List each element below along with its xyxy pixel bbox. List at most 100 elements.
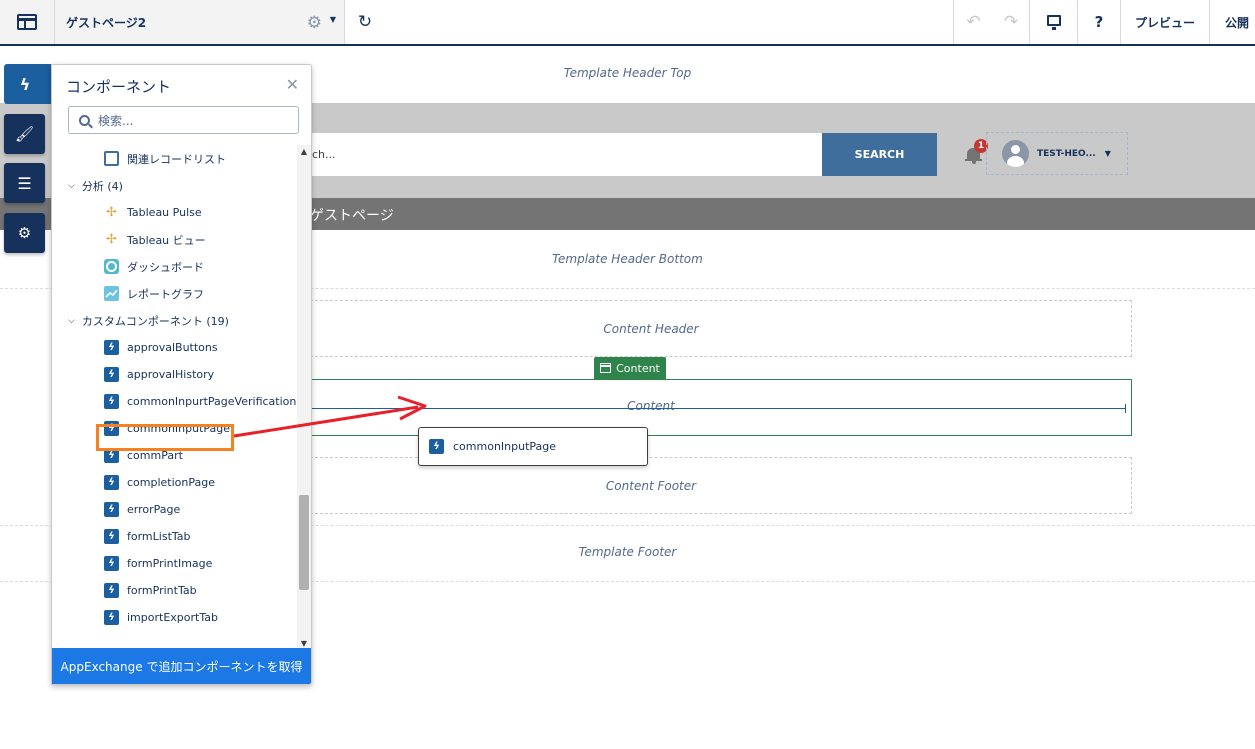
- component-label: approvalHistory: [127, 368, 215, 381]
- component-item[interactable]: 関連レコードリスト: [52, 145, 297, 172]
- component-label: importExportTab: [127, 611, 218, 624]
- help-button[interactable]: ?: [1078, 0, 1121, 44]
- lightning-icon: ϟ: [104, 475, 119, 490]
- component-label: ダッシュボード: [127, 260, 204, 274]
- component-label: Tableau ビュー: [127, 233, 206, 247]
- builder-toolbar: ゲストページ2 ⚙ ▼ ↻ ↶ ↷ ? プレビュー 公開: [0, 0, 1255, 46]
- close-icon[interactable]: ✕: [286, 75, 299, 94]
- component-item[interactable]: ϟ approvalHistory: [52, 361, 297, 388]
- undo-button[interactable]: ↶: [953, 0, 993, 44]
- component-label: formPrintImage: [127, 557, 213, 570]
- report-chart-icon: [104, 286, 119, 301]
- scrollbar[interactable]: ▲ ▼: [297, 145, 311, 650]
- drop-indicator: [306, 404, 1126, 413]
- component-label: completionPage: [127, 476, 215, 489]
- refresh-button[interactable]: ↻: [345, 0, 385, 44]
- lightning-icon: ϟ: [19, 74, 31, 94]
- related-list-icon: [104, 151, 119, 166]
- chevron-down-icon: ⌵: [68, 315, 75, 326]
- content-header-region[interactable]: Content Header: [170, 300, 1132, 357]
- notification-bell-icon[interactable]: 1: [965, 139, 988, 164]
- user-profile-menu[interactable]: TEST-HEO... ▼: [986, 132, 1128, 175]
- lightning-icon: ϟ: [104, 367, 119, 382]
- content-footer-region[interactable]: Content Footer: [170, 457, 1132, 514]
- lightning-icon: ϟ: [104, 583, 119, 598]
- content-tag-label: Content: [616, 361, 660, 375]
- appexchange-link[interactable]: AppExchange で追加コンポーネントを取得: [52, 648, 311, 684]
- tableau-icon: ✢: [104, 205, 119, 220]
- component-item[interactable]: ϟ errorPage: [52, 496, 297, 523]
- component-label: commonInpurtPageVerification: [127, 395, 297, 408]
- scroll-down-icon[interactable]: ▼: [297, 639, 311, 648]
- user-name: TEST-HEO...: [1037, 148, 1096, 159]
- category-label: 分析 (4): [81, 179, 123, 193]
- component-item[interactable]: ϟ formPrintImage: [52, 550, 297, 577]
- lightning-icon: ϟ: [429, 439, 444, 454]
- lightning-icon: ϟ: [104, 502, 119, 517]
- structure-tab-button[interactable]: ☰: [4, 163, 45, 203]
- device-view-button[interactable]: [1030, 0, 1078, 44]
- redo-icon: ↷: [1003, 12, 1019, 32]
- refresh-icon: ↻: [357, 12, 373, 32]
- content-region[interactable]: Content: [170, 379, 1132, 436]
- component-list: 関連レコードリスト ⌵ 分析 (4) ✢ Tableau Pulse ✢ Tableau ビ…: [52, 145, 297, 650]
- component-label: formPrintTab: [127, 584, 197, 597]
- page-selector[interactable]: ゲストページ2 ⚙ ▼: [55, 0, 345, 44]
- chevron-down-icon: ▼: [1104, 149, 1111, 158]
- app-menu-button[interactable]: [0, 0, 55, 44]
- component-item[interactable]: ϟ completionPage: [52, 469, 297, 496]
- redo-button[interactable]: ↷: [993, 0, 1030, 44]
- theme-tab-button[interactable]: 🖌: [4, 114, 45, 154]
- component-item[interactable]: ダッシュボード: [52, 253, 297, 280]
- component-item[interactable]: ϟ formListTab: [52, 523, 297, 550]
- site-search-button[interactable]: SEARCH: [822, 133, 937, 176]
- tableau-icon: ✢: [104, 232, 119, 247]
- component-label: Tableau Pulse: [127, 206, 202, 219]
- gear-icon: ⚙: [17, 224, 32, 242]
- page-name: ゲストページ2: [66, 15, 147, 30]
- component-item[interactable]: ✢ Tableau ビュー: [52, 226, 297, 253]
- lightning-icon: ϟ: [104, 394, 119, 409]
- preview-button[interactable]: プレビュー: [1121, 0, 1210, 44]
- component-item[interactable]: レポートグラフ: [52, 280, 297, 307]
- desktop-icon: [1046, 14, 1061, 30]
- layout-icon: [17, 14, 37, 30]
- component-item[interactable]: ϟ commonInpurtPageVerification: [52, 388, 297, 415]
- component-item[interactable]: ✢ Tableau Pulse: [52, 199, 297, 226]
- search-placeholder: 検索...: [98, 113, 134, 128]
- content-region-tag[interactable]: Content: [594, 357, 666, 379]
- component-label: レポートグラフ: [127, 287, 204, 301]
- component-item[interactable]: ϟ importExportTab: [52, 604, 297, 631]
- dragged-component[interactable]: ϟ commonInputPage: [418, 427, 648, 466]
- scroll-up-icon[interactable]: ▲: [297, 147, 311, 156]
- panel-title: コンポーネント: [66, 78, 172, 96]
- category-label: カスタムコンポーネント (19): [81, 314, 229, 328]
- component-item[interactable]: ϟ approvalButtons: [52, 334, 297, 361]
- gear-icon[interactable]: ⚙: [307, 13, 322, 33]
- lightning-icon: ϟ: [104, 556, 119, 571]
- settings-tab-button[interactable]: ⚙: [4, 213, 45, 253]
- chevron-down-icon: ⌵: [68, 180, 75, 191]
- dashboard-icon: [104, 259, 119, 274]
- lightning-icon: ϟ: [104, 610, 119, 625]
- publish-button[interactable]: 公開: [1210, 0, 1255, 44]
- component-label: 関連レコードリスト: [127, 152, 226, 166]
- page-title: ゲストページ: [310, 208, 394, 224]
- chevron-down-icon[interactable]: ▼: [330, 15, 336, 24]
- component-label: formListTab: [127, 530, 191, 543]
- highlight-box: [96, 424, 234, 451]
- avatar: [1002, 140, 1029, 167]
- component-item[interactable]: ϟ formPrintTab: [52, 577, 297, 604]
- site-search-input[interactable]: ch...: [300, 133, 823, 176]
- layout-icon: [600, 363, 612, 373]
- component-search-input[interactable]: 検索...: [68, 106, 299, 134]
- component-category[interactable]: ⌵ 分析 (4): [52, 172, 297, 199]
- content-label: Content: [627, 399, 675, 413]
- undo-icon: ↶: [966, 12, 981, 32]
- lightning-icon: ϟ: [104, 340, 119, 355]
- components-tab-button[interactable]: ϟ: [4, 64, 56, 104]
- dragged-component-label: commonInputPage: [453, 440, 557, 453]
- component-category[interactable]: ⌵ カスタムコンポーネント (19): [52, 307, 297, 334]
- scrollbar-thumb[interactable]: [299, 495, 309, 590]
- component-label: approvalButtons: [127, 341, 218, 354]
